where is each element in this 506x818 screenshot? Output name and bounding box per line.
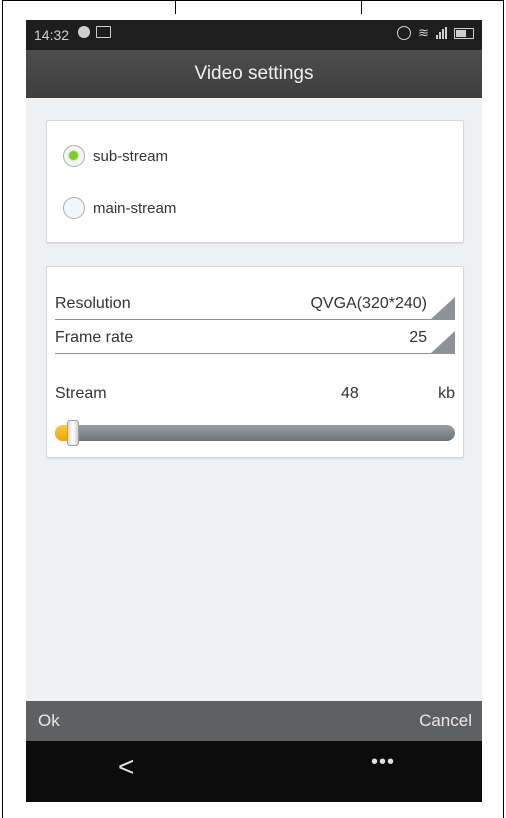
stream-value: 48 [341, 385, 359, 402]
frame-rate-value: 25 [409, 329, 427, 346]
status-time: 14:32 [34, 27, 70, 43]
slider-thumb[interactable] [67, 420, 79, 446]
frame-divider [175, 0, 176, 14]
alarm-icon [397, 26, 412, 40]
radio-label: main-stream [93, 199, 177, 217]
frame-rate-label: Frame rate [55, 329, 134, 346]
stream-unit: kb [438, 385, 455, 402]
dropdown-corner-icon [431, 297, 455, 319]
video-params-card: Resolution QVGA(320*240) Frame rate 25 S… [46, 266, 464, 458]
notification-dot-icon [78, 26, 90, 38]
stream-bitrate-row: Stream 48 kb [55, 385, 455, 407]
radio-sub-stream[interactable]: sub-stream [63, 145, 168, 167]
stream-type-card: sub-stream main-stream [46, 120, 464, 243]
signal-icon [436, 27, 447, 39]
ok-button[interactable]: Ok [38, 711, 60, 731]
back-icon[interactable]: < [118, 751, 134, 783]
battery-icon [454, 27, 474, 39]
action-bar: Ok Cancel [26, 701, 482, 741]
more-menu-icon[interactable]: ••• [371, 751, 395, 774]
resolution-label: Resolution [55, 295, 131, 312]
frame-top-line [2, 0, 504, 1]
cancel-button[interactable]: Cancel [419, 711, 472, 731]
radio-main-stream[interactable]: main-stream [63, 197, 176, 219]
stream-slider[interactable] [55, 420, 455, 446]
radio-unchecked-icon[interactable] [63, 197, 85, 219]
phone-screen: 14:32 ≋ Video settings sub-stream main-s… [26, 20, 482, 802]
radio-label: sub-stream [93, 147, 169, 165]
radio-checked-icon[interactable] [63, 145, 85, 167]
navigation-bar: < ••• [26, 741, 482, 802]
resolution-value: QVGA(320*240) [310, 295, 427, 312]
frame-divider [361, 0, 362, 14]
frame-right-line [503, 0, 504, 818]
image-icon [96, 26, 111, 38]
wifi-icon: ≋ [418, 25, 429, 40]
resolution-selector[interactable]: Resolution QVGA(320*240) [55, 289, 455, 320]
frame-left-line [2, 0, 3, 818]
page-title: Video settings [26, 50, 482, 98]
frame-rate-selector[interactable]: Frame rate 25 [55, 323, 455, 354]
stream-label: Stream [55, 385, 107, 402]
status-bar: 14:32 ≋ [26, 20, 482, 50]
dropdown-corner-icon [431, 331, 455, 353]
